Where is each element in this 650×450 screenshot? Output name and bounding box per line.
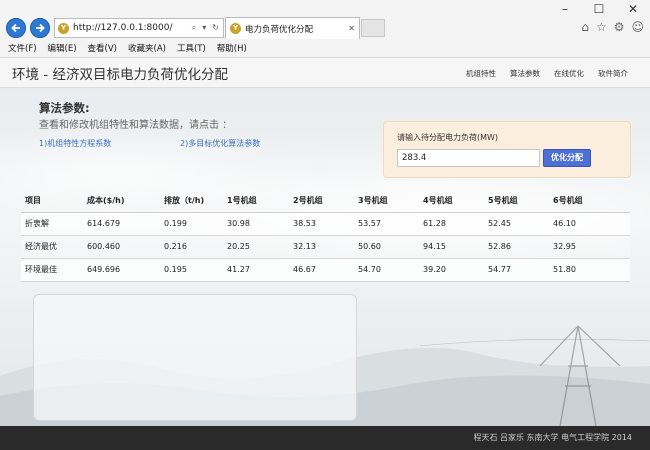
top-nav: 机组特性 算法参数 在线优化 软件简介 xyxy=(466,68,628,79)
nav-online-optimization[interactable]: 在线优化 xyxy=(554,68,584,79)
footer-credits: 程天石 吕家乐 东南大学 电气工程学院 2014 xyxy=(473,433,632,442)
cell-unit-6: 51.80 xyxy=(549,258,630,282)
menu-tools[interactable]: 工具(T) xyxy=(177,42,206,54)
col-unit-6: 6号机组 xyxy=(549,190,630,213)
cell-unit-6: 32.95 xyxy=(549,235,630,259)
col-unit-4: 4号机组 xyxy=(419,190,484,213)
browser-toolbar-icons: ⌂ ☆ ⚙ ☺ xyxy=(581,20,644,34)
nav-algorithm-params[interactable]: 算法参数 xyxy=(510,68,540,79)
load-input-panel: 请输入待分配电力负荷(MW) 优化分配 xyxy=(383,121,631,178)
cell-unit-2: 38.53 xyxy=(289,212,354,236)
address-tools: ⌕ ▾ ↻ xyxy=(192,23,223,33)
web-page: 环境 - 经济双目标电力负荷优化分配 机组特性 算法参数 在线优化 软件简介 请… xyxy=(0,58,650,450)
dropdown-icon[interactable]: ▾ xyxy=(202,23,206,33)
cell-unit-3: 50.60 xyxy=(354,235,419,259)
address-bar[interactable]: Y http://127.0.0.1:8000/ ⌕ ▾ ↻ xyxy=(54,18,224,38)
menu-favorites[interactable]: 收藏夹(A) xyxy=(128,42,166,54)
cell-unit-4: 94.15 xyxy=(419,235,484,259)
back-arrow-icon xyxy=(11,23,20,33)
table-header-row: 项目 成本($/h) 排放（t/h) 1号机组 2号机组 3号机组 4号机组 5… xyxy=(21,190,630,213)
forward-arrow-icon xyxy=(36,23,45,33)
minimize-button[interactable]: – xyxy=(554,2,576,16)
tab-close-icon[interactable]: ✕ xyxy=(348,24,359,33)
results-table: 项目 成本($/h) 排放（t/h) 1号机组 2号机组 3号机组 4号机组 5… xyxy=(21,190,630,282)
new-tab-button[interactable] xyxy=(361,19,385,37)
tab-site-icon: Y xyxy=(230,23,241,34)
site-header: 环境 - 经济双目标电力负荷优化分配 机组特性 算法参数 在线优化 软件简介 xyxy=(0,58,650,88)
menu-edit[interactable]: 编辑(E) xyxy=(48,42,77,54)
cell-unit-3: 53.57 xyxy=(354,212,419,236)
cell-unit-4: 39.20 xyxy=(419,258,484,282)
menu-view[interactable]: 查看(V) xyxy=(88,42,117,54)
cell-unit-6: 46.10 xyxy=(549,212,630,236)
load-input[interactable] xyxy=(397,149,540,167)
cell-unit-2: 32.13 xyxy=(289,235,354,259)
load-input-label: 请输入待分配电力负荷(MW) xyxy=(397,133,499,142)
optimize-button[interactable]: 优化分配 xyxy=(543,149,591,167)
params-title: 算法参数: xyxy=(39,101,90,115)
search-icon[interactable]: ⌕ xyxy=(192,23,196,33)
menu-help[interactable]: 帮助(H) xyxy=(217,42,247,54)
forward-button[interactable] xyxy=(30,18,50,38)
cell-cost: 614.679 xyxy=(83,212,160,236)
table-row: 环境最佳 649.696 0.195 41.27 46.67 54.70 39.… xyxy=(21,258,630,282)
menu-bar: 文件(F) 编辑(E) 查看(V) 收藏夹(A) 工具(T) 帮助(H) xyxy=(0,40,247,56)
col-unit-1: 1号机组 xyxy=(223,190,289,213)
cell-item: 环境最佳 xyxy=(21,258,83,282)
nav-about[interactable]: 软件简介 xyxy=(598,68,628,79)
cell-cost: 600.460 xyxy=(83,235,160,259)
smiley-feedback-icon[interactable]: ☺ xyxy=(631,20,644,34)
site-icon: Y xyxy=(58,22,69,34)
col-item: 项目 xyxy=(21,190,83,213)
cell-unit-1: 41.27 xyxy=(223,258,289,282)
tab-title: 电力负荷优化分配 xyxy=(245,24,314,35)
site-brand[interactable]: 环境 - 经济双目标电力负荷优化分配 xyxy=(12,63,228,83)
col-emission: 排放（t/h) xyxy=(160,190,223,213)
cell-emission: 0.216 xyxy=(160,235,223,259)
col-cost: 成本($/h) xyxy=(83,190,160,213)
cell-unit-2: 46.67 xyxy=(289,258,354,282)
link-algorithm-params[interactable]: 2)多目标优化算法参数 xyxy=(180,138,260,149)
back-button[interactable] xyxy=(6,18,26,38)
cell-unit-3: 54.70 xyxy=(354,258,419,282)
cell-item: 折衷解 xyxy=(21,212,83,236)
window-controls: – ☐ ✕ xyxy=(554,2,644,16)
menu-file[interactable]: 文件(F) xyxy=(8,42,37,54)
home-icon[interactable]: ⌂ xyxy=(581,20,589,34)
cell-item: 经济最优 xyxy=(21,235,83,259)
cell-unit-4: 61.28 xyxy=(419,212,484,236)
cell-cost: 649.696 xyxy=(83,258,160,282)
cell-unit-1: 30.98 xyxy=(223,212,289,236)
link-unit-coefficients[interactable]: 1)机组特性方程系数 xyxy=(39,138,111,149)
cell-unit-5: 54.77 xyxy=(484,258,549,282)
close-window-button[interactable]: ✕ xyxy=(622,2,644,16)
address-url[interactable]: http://127.0.0.1:8000/ xyxy=(73,23,188,33)
browser-chrome: – ☐ ✕ Y http://127.0.0.1:8000/ ⌕ ▾ ↻ Y 电… xyxy=(0,0,650,58)
table-row: 经济最优 600.460 0.216 20.25 32.13 50.60 94.… xyxy=(21,235,630,259)
favorites-star-icon[interactable]: ☆ xyxy=(596,20,607,34)
settings-gear-icon[interactable]: ⚙ xyxy=(614,20,625,34)
params-panel xyxy=(33,294,357,421)
params-description: 查看和修改机组特性和算法数据，请点击 ： xyxy=(39,120,233,131)
cell-unit-5: 52.45 xyxy=(484,212,549,236)
cell-unit-5: 52.86 xyxy=(484,235,549,259)
browser-tab[interactable]: Y 电力负荷优化分配 ✕ xyxy=(225,17,360,39)
maximize-button[interactable]: ☐ xyxy=(588,2,610,16)
col-unit-2: 2号机组 xyxy=(289,190,354,213)
site-footer: 程天石 吕家乐 东南大学 电气工程学院 2014 xyxy=(0,426,650,450)
table-row: 折衷解 614.679 0.199 30.98 38.53 53.57 61.2… xyxy=(21,212,630,236)
cell-emission: 0.199 xyxy=(160,212,223,236)
cell-emission: 0.195 xyxy=(160,258,223,282)
cell-unit-1: 20.25 xyxy=(223,235,289,259)
col-unit-3: 3号机组 xyxy=(354,190,419,213)
col-unit-5: 5号机组 xyxy=(484,190,549,213)
nav-unit-characteristics[interactable]: 机组特性 xyxy=(466,68,496,79)
refresh-icon[interactable]: ↻ xyxy=(212,23,219,33)
